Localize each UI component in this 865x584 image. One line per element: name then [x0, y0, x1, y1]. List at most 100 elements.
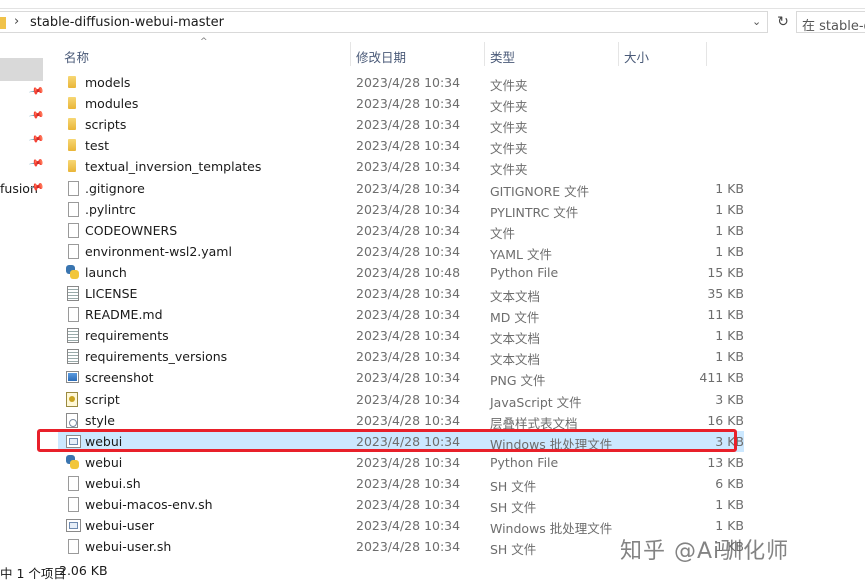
folder-icon: [0, 17, 6, 29]
file-row[interactable]: LICENSE 2023/4/28 10:34 文本文档 35 KB: [58, 283, 744, 304]
file-date: 2023/4/28 10:34: [356, 475, 461, 491]
status-selected-size: 2.06 KB: [59, 563, 108, 578]
file-name: LICENSE: [85, 286, 138, 301]
address-dropdown-icon[interactable]: ⌄: [752, 15, 761, 28]
file-name: requirements_versions: [85, 349, 228, 365]
file-date: 2023/4/28 10:34: [356, 370, 461, 386]
file-date: 2023/4/28 10:34: [356, 412, 461, 428]
file-row[interactable]: textual_inversion_templates 2023/4/28 10:…: [58, 156, 744, 177]
file-name: CODEOWNERS: [85, 222, 178, 238]
file-size: 1 KB: [715, 349, 744, 365]
pin-icon[interactable]: 📌: [28, 107, 45, 123]
file-row[interactable]: test 2023/4/28 10:34 文件夹: [58, 135, 744, 156]
file-row[interactable]: README.md 2023/4/28 10:34 MD 文件 11 KB: [58, 304, 744, 325]
file-size: 1 KB: [715, 518, 744, 534]
column-header-type[interactable]: 类型: [490, 47, 515, 66]
pin-icon[interactable]: 📌: [28, 83, 45, 99]
file-row[interactable]: requirements_versions 2023/4/28 10:34 文本文档…: [58, 346, 744, 367]
file-type: 文件夹: [490, 141, 528, 157]
refresh-button[interactable]: ↻: [772, 11, 794, 33]
breadcrumb-chevron-icon[interactable]: ›: [14, 14, 19, 29]
file-date: 2023/4/28 10:34: [356, 75, 461, 90]
file-size: 15 KB: [707, 264, 744, 280]
file-row[interactable]: .pylintrc 2023/4/28 10:34 PYLINTRC 文件 1 KB: [58, 199, 744, 220]
file-size: 16 KB: [707, 412, 744, 428]
column-header-size[interactable]: 大小: [624, 47, 649, 66]
file-type: SH 文件: [490, 500, 537, 515]
file-name: screenshot: [85, 370, 154, 386]
file-type: 文件夹: [490, 78, 528, 93]
file-name: webui-user.sh: [85, 539, 172, 555]
file-row[interactable]: requirements 2023/4/28 10:34 文本文档 1 KB: [58, 325, 744, 346]
column-header: ^ 名称 修改日期 类型 大小: [44, 37, 865, 70]
status-selected-count: 中 1 个项目: [0, 566, 66, 581]
nav-item-selected[interactable]: [0, 58, 43, 81]
file-row[interactable]: webui 2023/4/28 10:34 Python File 13 KB: [58, 452, 744, 473]
file-date: 2023/4/28 10:34: [356, 307, 461, 323]
file-size: 35 KB: [707, 286, 744, 301]
file-date: 2023/4/28 10:34: [356, 349, 461, 365]
file-row[interactable]: launch 2023/4/28 10:48 Python File 15 KB: [58, 262, 744, 283]
file-row[interactable]: webui 2023/4/28 10:34 Windows 批处理文件 3 KB: [58, 430, 744, 452]
text-document-icon: [67, 286, 79, 301]
breadcrumb-path[interactable]: stable-diffusion-webui-master: [30, 15, 224, 30]
file-name: .pylintrc: [85, 201, 136, 217]
pin-icon[interactable]: 📌: [28, 131, 45, 147]
file-size: 411 KB: [699, 370, 744, 386]
address-box[interactable]: › stable-diffusion-webui-master ⌄: [0, 11, 768, 33]
file-size: 1 KB: [715, 497, 744, 512]
file-type: Windows 批处理文件: [490, 436, 613, 452]
file-name: webui.sh: [85, 475, 141, 491]
file-type: SH 文件: [490, 478, 537, 494]
file-type: 文件夹: [490, 120, 528, 136]
file-row[interactable]: modules 2023/4/28 10:34 文件夹: [58, 93, 744, 114]
file-row[interactable]: style 2023/4/28 10:34 层叠样式表文档 16 KB: [58, 410, 744, 431]
folder-icon: [68, 76, 76, 88]
file-name: webui-user: [85, 518, 155, 534]
file-date: 2023/4/28 10:34: [356, 243, 461, 259]
folder-icon: [68, 160, 76, 173]
file-type: PNG 文件: [490, 373, 546, 389]
address-bar: › stable-diffusion-webui-master ⌄ ↻ 在 st…: [0, 9, 865, 37]
file-row[interactable]: models 2023/4/28 10:34 文件夹: [58, 72, 744, 93]
file-row[interactable]: script 2023/4/28 10:34 JavaScript 文件 3 KB: [58, 389, 744, 410]
file-name: webui: [85, 433, 123, 449]
sort-ascending-icon: ^: [200, 37, 208, 47]
text-document-icon: [67, 328, 79, 344]
file-size: 3 KB: [715, 391, 744, 407]
column-divider[interactable]: [618, 42, 619, 66]
navigation-pane: 📌 📌 📌 📌 fusion 📌: [0, 40, 44, 560]
file-size: 3 KB: [715, 433, 744, 449]
file-type: 文件夹: [490, 162, 528, 178]
file-name: launch: [85, 264, 127, 280]
file-row[interactable]: scripts 2023/4/28 10:34 文件夹: [58, 114, 744, 135]
search-input[interactable]: 在 stable-d: [796, 11, 865, 34]
file-icon: [68, 497, 79, 512]
file-row[interactable]: .gitignore 2023/4/28 10:34 GITIGNORE 文件 1 K…: [58, 178, 744, 199]
column-divider[interactable]: [350, 42, 351, 66]
status-bar: 中 1 个项目 2.06 KB: [0, 560, 865, 584]
file-name: .gitignore: [85, 180, 145, 196]
column-header-date[interactable]: 修改日期: [356, 47, 406, 66]
file-date: 2023/4/28 10:34: [356, 201, 461, 217]
file-date: 2023/4/28 10:34: [356, 433, 461, 449]
file-type: MD 文件: [490, 310, 540, 326]
column-divider[interactable]: [484, 42, 485, 66]
file-type: JavaScript 文件: [490, 394, 582, 410]
column-header-name[interactable]: 名称: [64, 47, 89, 66]
file-row[interactable]: webui.sh 2023/4/28 10:34 SH 文件 6 KB: [58, 473, 744, 494]
file-row[interactable]: CODEOWNERS 2023/4/28 10:34 文件 1 KB: [58, 220, 744, 241]
file-date: 2023/4/28 10:34: [356, 117, 461, 133]
file-name: webui-macos-env.sh: [85, 497, 213, 512]
window-top-strip: [0, 0, 865, 9]
file-row[interactable]: environment-wsl2.yaml 2023/4/28 10:34 YAML…: [58, 241, 744, 262]
search-placeholder: 在 stable-d: [802, 19, 865, 34]
column-divider[interactable]: [706, 42, 707, 66]
file-row[interactable]: webui-macos-env.sh 2023/4/28 10:34 SH 文件 1 …: [58, 494, 744, 515]
pin-icon[interactable]: 📌: [28, 155, 45, 171]
file-size: 6 KB: [715, 475, 744, 491]
file-name: test: [85, 138, 110, 154]
file-size: 1 KB: [715, 201, 744, 217]
file-date: 2023/4/28 10:34: [356, 328, 461, 344]
file-row[interactable]: screenshot 2023/4/28 10:34 PNG 文件 411 KB: [58, 367, 744, 388]
